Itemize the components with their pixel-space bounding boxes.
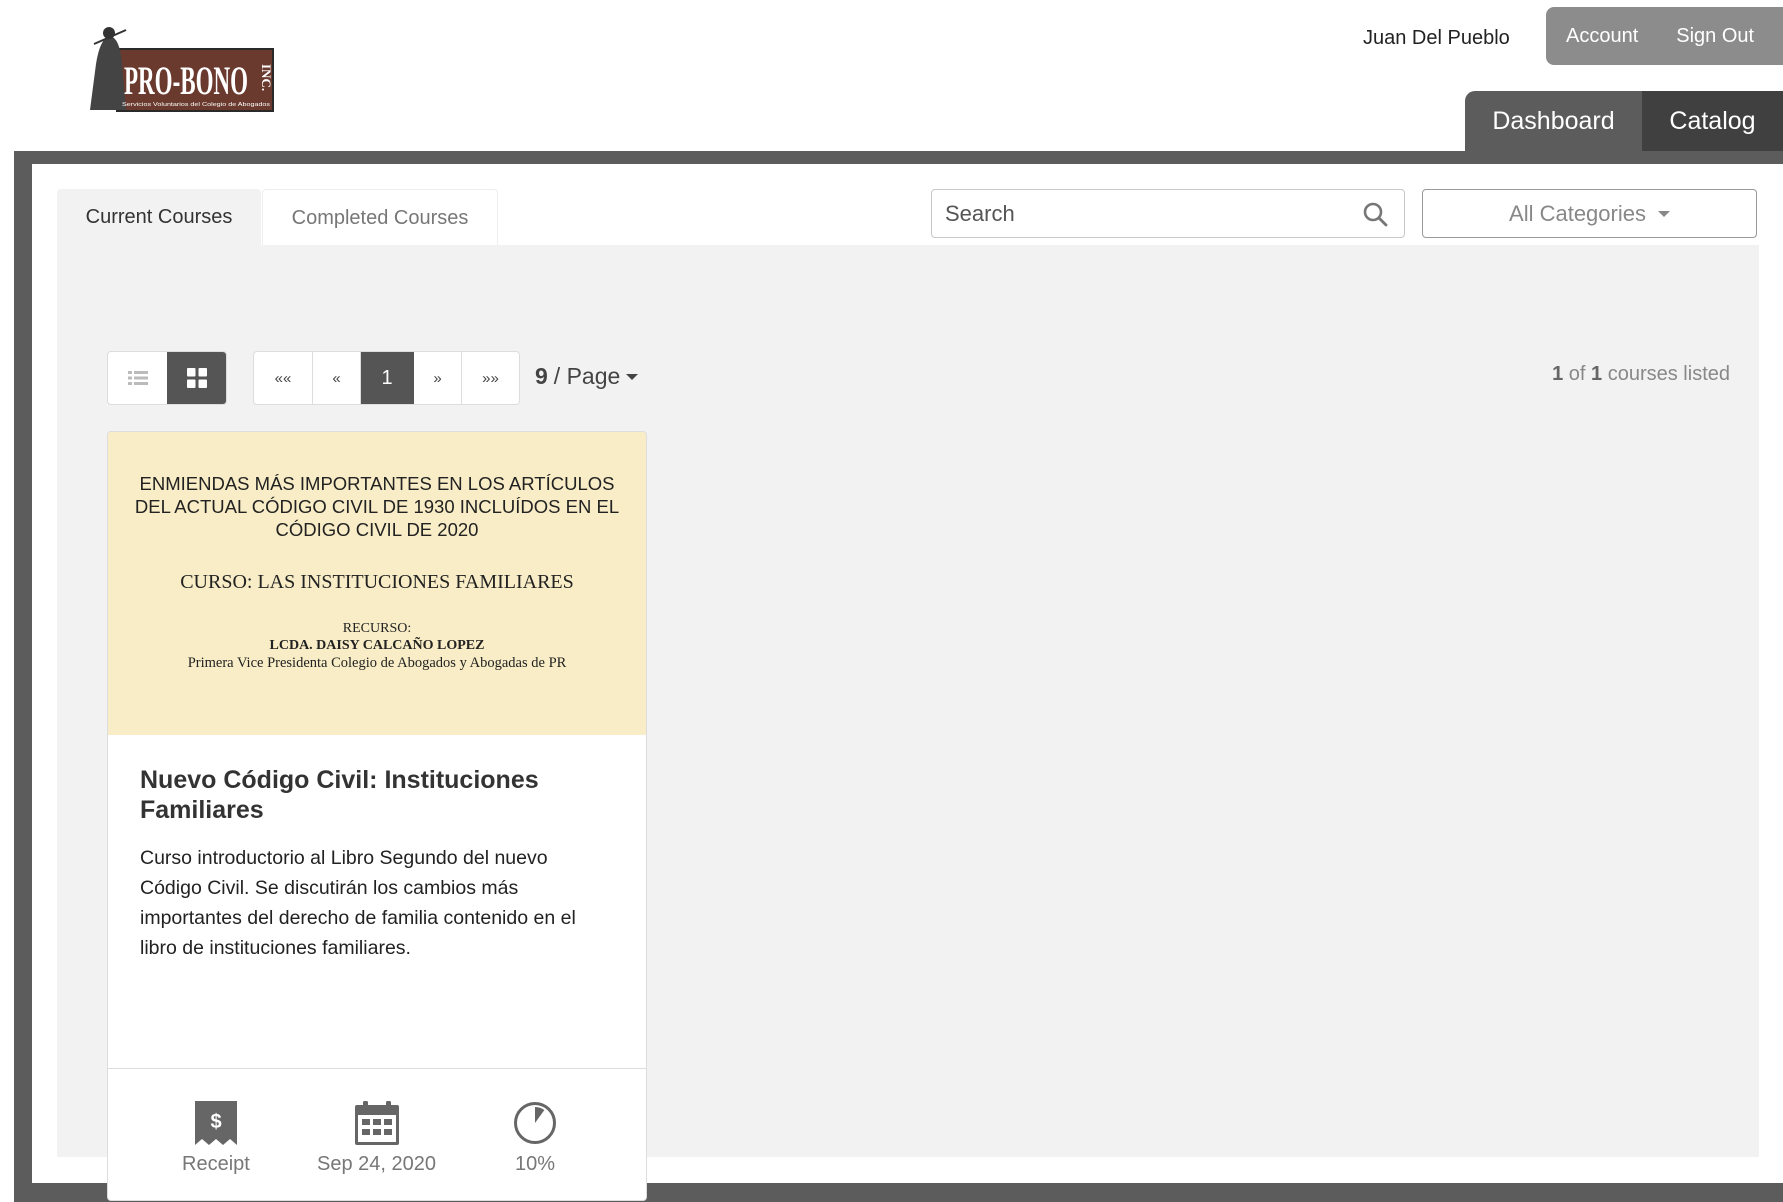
courses-count: 1 of 1 courses listed [1552, 363, 1730, 386]
account-bar: Account Sign Out [1546, 7, 1783, 65]
main-nav: Dashboard Catalog [1465, 91, 1783, 151]
per-page-dropdown[interactable]: 9 / Page [535, 363, 639, 390]
count-total: 1 [1591, 363, 1603, 385]
logo-tagline: Servicios Voluntarios del Colegio de Abo… [122, 102, 271, 108]
date-label: Sep 24, 2020 [317, 1153, 436, 1175]
account-link[interactable]: Account [1566, 25, 1638, 48]
cover-resource-name: LCDA. DAISY CALCAÑO LOPEZ [269, 638, 485, 653]
cover-heading: ENMIENDAS MÁS IMPORTANTES EN LOS ARTÍCUL… [134, 473, 620, 540]
pagination: «« « 1 » »» [253, 351, 520, 405]
progress-label: 10% [514, 1153, 556, 1175]
count-of: of [1568, 363, 1586, 385]
receipt-button[interactable]: $ Receipt [182, 1101, 250, 1176]
course-description: Curso introductorio al Libro Segundo del… [140, 847, 576, 959]
logo-wordmark: PRO-BONO [124, 58, 248, 103]
cover-resource-role: Primera Vice Presidenta Colegio de Aboga… [187, 655, 567, 671]
nav-dashboard[interactable]: Dashboard [1465, 91, 1642, 151]
tab-current-courses[interactable]: Current Courses [57, 189, 261, 246]
cover-course: CURSO: LAS INSTITUCIONES FAMILIARES [180, 571, 574, 593]
sign-out-link[interactable]: Sign Out [1676, 25, 1754, 48]
user-name[interactable]: Juan Del Pueblo [1363, 24, 1510, 52]
progress-wedge [535, 1107, 545, 1123]
course-date: Sep 24, 2020 [317, 1101, 436, 1176]
logo-inc: INC. [259, 64, 274, 91]
content-frame: Current Courses Completed Courses All Ca… [14, 151, 1783, 1202]
nav-catalog[interactable]: Catalog [1642, 91, 1783, 151]
page-prev-button[interactable]: « [313, 352, 361, 404]
course-progress: 10% [513, 1101, 557, 1176]
count-suffix: courses listed [1607, 363, 1730, 385]
course-card[interactable]: ENMIENDAS MÁS IMPORTANTES EN LOS ARTÍCUL… [107, 431, 647, 1201]
receipt-label: Receipt [182, 1153, 250, 1175]
calendar-icon [354, 1101, 399, 1145]
grid-view-button[interactable] [167, 352, 226, 404]
grid-view-icon [186, 368, 207, 388]
page-first-button[interactable]: «« [254, 352, 313, 404]
content-area: Current Courses Completed Courses All Ca… [32, 164, 1783, 1201]
chevron-down-icon [626, 373, 639, 380]
categories-dropdown[interactable]: All Categories [1422, 189, 1757, 238]
course-body: Nuevo Código Civil: Instituciones Famili… [108, 735, 646, 1068]
receipt-symbol: $ [210, 1111, 221, 1133]
probono-logo[interactable]: PRO-BONO INC. Servicios Voluntarios del … [86, 24, 276, 116]
page-last-button[interactable]: »» [462, 352, 519, 404]
receipt-icon: $ [194, 1101, 237, 1145]
view-toggle [107, 351, 227, 405]
per-page-suffix: / Page [553, 363, 621, 389]
per-page-value: 9 [535, 363, 548, 389]
count-shown: 1 [1552, 363, 1564, 385]
list-view-icon [127, 371, 148, 385]
page-next-button[interactable]: » [414, 352, 462, 404]
course-footer: $ Receipt Sep 24, 2020 10% [108, 1068, 646, 1200]
course-cover[interactable]: ENMIENDAS MÁS IMPORTANTES EN LOS ARTÍCUL… [108, 432, 646, 735]
courses-panel: «« « 1 » »» 9 / Page 1 of 1 courses list… [57, 245, 1759, 1201]
course-title[interactable]: Nuevo Código Civil: Instituciones Famili… [140, 765, 614, 825]
categories-selected: All Categories [1509, 200, 1646, 226]
search-input[interactable] [932, 190, 1362, 237]
page-current[interactable]: 1 [361, 352, 414, 404]
search-icon[interactable] [1362, 201, 1388, 227]
tab-completed-courses[interactable]: Completed Courses [262, 189, 498, 246]
list-view-button[interactable] [108, 352, 167, 404]
search-box [931, 189, 1405, 238]
progress-pie-icon [514, 1102, 556, 1144]
chevron-down-icon [1657, 210, 1670, 217]
cover-resource-label: RECURSO: [342, 621, 412, 636]
